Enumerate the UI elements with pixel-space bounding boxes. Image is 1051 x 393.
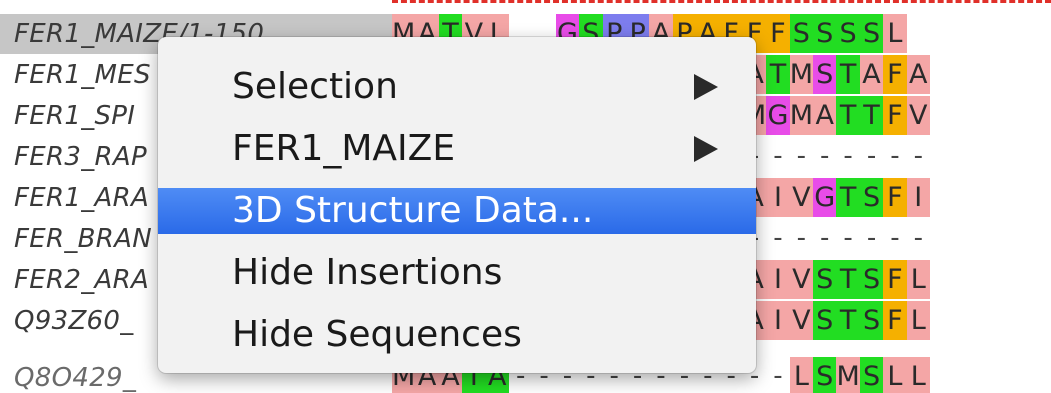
residue-cell: S (859, 301, 884, 340)
residue-cell: S (813, 260, 837, 299)
residue-cell: S (859, 14, 884, 53)
menu-item-hide-insertions[interactable]: Hide Insertions (158, 250, 756, 296)
menu-item-3d-structure-data[interactable]: 3D Structure Data... (158, 188, 756, 234)
residue-cell: - (859, 137, 884, 176)
residue-cell: L (789, 357, 814, 393)
residue-cell: - (883, 219, 907, 258)
menu-item-hide-sequences[interactable]: Hide Sequences (158, 312, 756, 358)
residue-cell: F (883, 96, 907, 135)
residue-cell: T (836, 178, 860, 217)
residue-cell: S (789, 14, 814, 53)
residue-cell: V (789, 178, 814, 217)
menu-item-label: Selection (232, 66, 398, 107)
sequence-id-row[interactable]: FER3_RAP (14, 137, 147, 177)
submenu-arrow-icon (694, 74, 718, 100)
residue-cell: L (906, 357, 930, 393)
residue-cell: - (906, 137, 930, 176)
residue-cell: V (906, 96, 930, 135)
alignment-window: FER1_MAIZE/1-150 FER1_MES FER1_SPI FER3_… (0, 0, 1051, 393)
residue-cell: S (859, 260, 884, 299)
menu-item-label: Hide Insertions (232, 252, 503, 293)
residue-cell: V (789, 301, 814, 340)
residue-cell: M (789, 55, 814, 94)
residue-cell: F (883, 178, 907, 217)
residue-cell: M (789, 96, 814, 135)
residue-cell: F (766, 14, 790, 53)
residue-cell: - (789, 137, 814, 176)
menu-item-fer1-maize[interactable]: FER1_MAIZE (158, 126, 756, 172)
residue-cell: A (906, 55, 930, 94)
residue-cell: T (766, 55, 790, 94)
sequence-id-row[interactable]: FER1_ARA (14, 178, 149, 218)
residue-cell: S (813, 357, 837, 393)
residue-cell: A (859, 55, 884, 94)
residue-cell: - (813, 219, 837, 258)
residue-cell: - (789, 219, 814, 258)
residue-cell: L (906, 260, 930, 299)
submenu-arrow-icon (694, 136, 718, 162)
residue-cell: T (836, 55, 860, 94)
residue-cell: S (836, 14, 860, 53)
sequence-id-row[interactable]: Q93Z60_ (14, 301, 134, 341)
residue-cell: S (859, 178, 884, 217)
menu-item-label: 3D Structure Data... (232, 190, 594, 231)
residue-cell: - (766, 137, 790, 176)
residue-cell: T (836, 96, 860, 135)
residue-cell: A (813, 96, 837, 135)
sequence-id-row[interactable]: FER_BRAN (14, 219, 152, 259)
residue-cell: F (883, 55, 907, 94)
residue-cell: I (766, 178, 790, 217)
selection-boundary (392, 0, 1051, 3)
residue-cell: I (906, 178, 930, 217)
residue-cell: - (813, 137, 837, 176)
residue-cell: I (766, 301, 790, 340)
residue-cell: G (766, 96, 790, 135)
residue-cell: - (836, 137, 860, 176)
residue-cell: L (906, 301, 930, 340)
residue-cell: - (906, 219, 930, 258)
residue-cell: F (883, 301, 907, 340)
residue-cell: T (859, 96, 884, 135)
sequence-id-row[interactable]: FER1_SPI (14, 96, 135, 136)
residue-cell: - (766, 357, 790, 393)
residue-cell: L (883, 14, 907, 53)
menu-item-label: Hide Sequences (232, 314, 522, 355)
residue-cell: S (813, 301, 837, 340)
residue-cell: I (766, 260, 790, 299)
residue-cell: - (836, 219, 860, 258)
residue-cell: S (859, 357, 884, 393)
residue-cell: S (813, 55, 837, 94)
residue-cell: G (813, 178, 837, 217)
residue-cell: S (813, 14, 837, 53)
context-menu: Selection FER1_MAIZE 3D Structure Data..… (158, 37, 756, 373)
residue-cell: F (883, 260, 907, 299)
residue-cell: V (789, 260, 814, 299)
menu-item-label: FER1_MAIZE (232, 128, 456, 169)
menu-item-selection[interactable]: Selection (158, 64, 756, 110)
residue-cell: L (883, 357, 907, 393)
residue-cell: T (836, 301, 860, 340)
residue-cell: - (859, 219, 884, 258)
sequence-id-row[interactable]: FER2_ARA (14, 260, 149, 300)
residue-cell: - (883, 137, 907, 176)
sequence-id-row[interactable]: FER1_MES (14, 55, 151, 95)
residue-cell: M (836, 357, 860, 393)
residue-cell: - (766, 219, 790, 258)
residue-cell: T (836, 260, 860, 299)
sequence-id-row[interactable]: Q8O429_ (14, 358, 136, 393)
